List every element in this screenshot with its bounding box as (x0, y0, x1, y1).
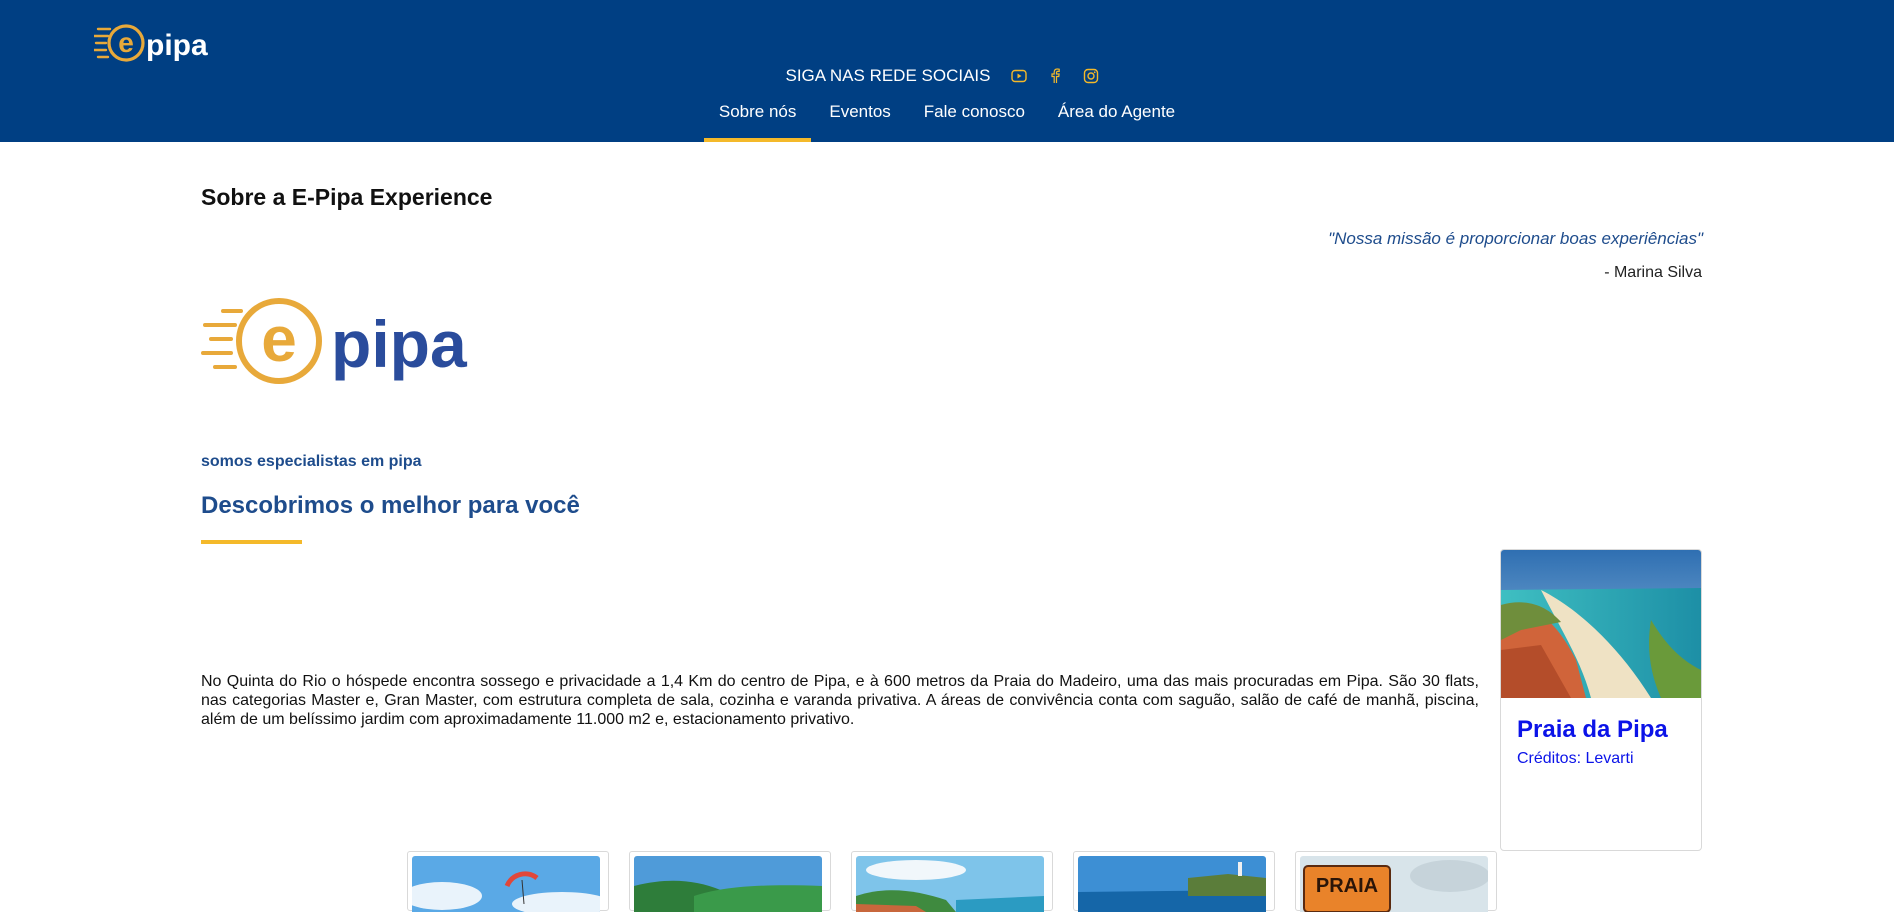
nav-fale-conosco[interactable]: Fale conosco (909, 100, 1040, 142)
gallery-thumb-beach-cliffs[interactable] (629, 851, 831, 912)
quote-author: - Marina Silva (1604, 264, 1702, 281)
main-nav: Sobre nós Eventos Fale conosco Área do A… (0, 100, 1894, 142)
section-subtitle: somos especialistas em pipa (201, 453, 422, 470)
epipa-logo-header[interactable]: e pipa (94, 20, 226, 66)
location-card[interactable]: Praia da Pipa Créditos: Levarti (1500, 549, 1702, 851)
social-bar: SIGA NAS REDE SOCIAIS (0, 64, 1894, 88)
praia-da-pipa-image (1501, 550, 1701, 698)
photo-gallery: PRAIA (407, 851, 1497, 912)
card-credit: Créditos: Levarti (1517, 750, 1634, 767)
gallery-thumb-praia-sign[interactable]: PRAIA (1295, 851, 1497, 912)
svg-text:pipa: pipa (146, 29, 208, 62)
nav-sobre-nos[interactable]: Sobre nós (703, 100, 812, 142)
facebook-icon[interactable] (1045, 66, 1065, 86)
page-title: Sobre a E-Pipa Experience (201, 184, 493, 210)
epipa-logo-large: e pipa (201, 298, 468, 384)
instagram-icon[interactable] (1081, 66, 1101, 86)
praia-sign-text: PRAIA (1316, 875, 1378, 897)
gallery-thumb-sea-cliff[interactable] (1073, 851, 1275, 912)
svg-text:e: e (261, 303, 297, 375)
headline-underline (201, 540, 302, 544)
site-header: e pipa SIGA NAS REDE SOCIAIS Sobre nós E… (0, 0, 1894, 142)
svg-text:e: e (118, 27, 134, 58)
section-headline: Descobrimos o melhor para você (201, 492, 580, 519)
social-label: SIGA NAS REDE SOCIAIS (785, 66, 991, 85)
svg-text:pipa: pipa (331, 307, 468, 381)
nav-area-do-agente[interactable]: Área do Agente (1043, 100, 1190, 142)
gallery-thumb-paraglider[interactable] (407, 851, 609, 912)
about-paragraph: No Quinta do Rio o hóspede encontra soss… (201, 673, 1479, 728)
nav-eventos[interactable]: Eventos (814, 100, 905, 142)
youtube-icon[interactable] (1009, 66, 1029, 86)
card-title[interactable]: Praia da Pipa (1517, 716, 1668, 744)
mission-quote: "Nossa missão é proporcionar boas experi… (1328, 229, 1703, 248)
gallery-thumb-coast[interactable] (851, 851, 1053, 912)
